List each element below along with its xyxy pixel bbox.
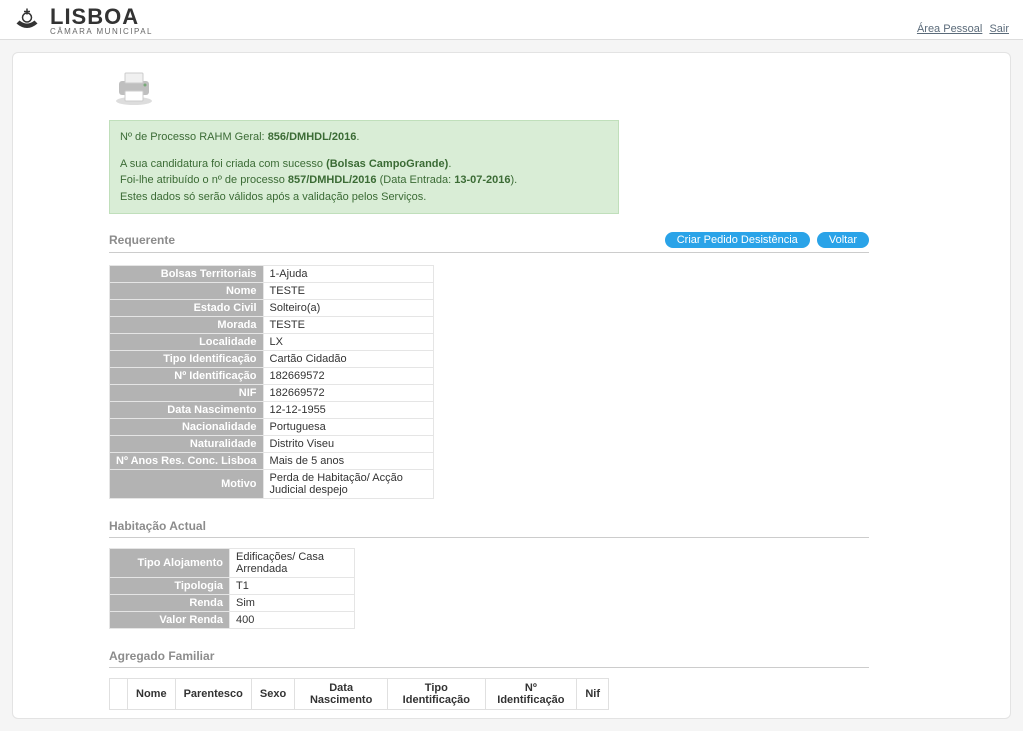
alert-entry-date: 13-07-2016 [454,174,510,186]
req-value: Mais de 5 anos [263,453,433,470]
hab-label: Tipo Alojamento [110,549,230,578]
section-habitacao-title: Habitação Actual [109,519,869,538]
req-value: LX [263,334,433,351]
req-label: Motivo [110,470,264,499]
hab-value: 400 [230,612,355,629]
req-label: Data Nascimento [110,402,264,419]
req-label: Nacionalidade [110,419,264,436]
req-label: Estado Civil [110,300,264,317]
agg-header: Tipo Identificação [388,679,485,710]
agg-header: Nº Identificação [485,679,577,710]
agg-header: Sexo [251,679,294,710]
req-label: Tipo Identificação [110,351,264,368]
agg-header-spacer [110,679,128,710]
req-label: Nº Identificação [110,368,264,385]
req-value: 182669572 [263,368,433,385]
hab-value: Edificações/ Casa Arrendada [230,549,355,578]
hab-label: Renda [110,595,230,612]
agregado-table: NomeParentescoSexoData NascimentoTipo Id… [109,678,609,710]
req-label: Nome [110,283,264,300]
logo-subtitle: CÂMARA MUNICIPAL [50,28,153,36]
header-bar: LISBOA CÂMARA MUNICIPAL Área Pessoal Sai… [0,0,1023,40]
req-value: Distrito Viseu [263,436,433,453]
habitacao-table: Tipo AlojamentoEdificações/ Casa Arrenda… [109,548,355,629]
section-requerente-title: Requerente [109,233,175,247]
agg-header: Parentesco [175,679,251,710]
voltar-button[interactable]: Voltar [817,232,869,248]
req-value: Portuguesa [263,419,433,436]
logo: LISBOA CÂMARA MUNICIPAL [12,4,1011,37]
req-value: Perda de Habitação/ Acção Judicial despe… [263,470,433,499]
req-value: TESTE [263,283,433,300]
hab-value: Sim [230,595,355,612]
req-label: Morada [110,317,264,334]
print-icon[interactable] [109,69,869,110]
success-alert: Nº de Processo RAHM Geral: 856/DMHDL/201… [109,120,619,214]
req-label: Bolsas Territoriais [110,266,264,283]
logo-city: LISBOA [50,6,153,28]
agg-header: Data Nascimento [295,679,388,710]
section-agregado-title: Agregado Familiar [109,649,869,668]
link-area-pessoal[interactable]: Área Pessoal [917,23,982,35]
alert-line3-a: Foi-lhe atribuído o nº de processo [120,174,288,186]
req-value: Cartão Cidadão [263,351,433,368]
page-container: Nº de Processo RAHM Geral: 856/DMHDL/201… [12,52,1011,719]
req-label: Naturalidade [110,436,264,453]
agg-header: Nome [128,679,176,710]
agg-header: Nif [577,679,609,710]
section-requerente-head: Requerente Criar Pedido Desistência Volt… [109,232,869,253]
req-value: Solteiro(a) [263,300,433,317]
hab-value: T1 [230,578,355,595]
hab-label: Valor Renda [110,612,230,629]
requerente-table: Bolsas Territoriais1-AjudaNomeTESTEEstad… [109,265,434,499]
req-label: Nº Anos Res. Conc. Lisboa [110,453,264,470]
req-value: 1-Ajuda [263,266,433,283]
lisboa-crest-icon [12,4,42,37]
req-value: TESTE [263,317,433,334]
req-label: NIF [110,385,264,402]
alert-line4: Estes dados só serão válidos após a vali… [120,189,608,206]
req-value: 182669572 [263,385,433,402]
alert-process-general: 856/DMHDL/2016 [268,131,357,143]
alert-line1-a: Nº de Processo RAHM Geral: [120,131,268,143]
alert-bolsas: (Bolsas CampoGrande) [326,158,448,170]
req-label: Localidade [110,334,264,351]
req-value: 12-12-1955 [263,402,433,419]
hab-label: Tipologia [110,578,230,595]
alert-process-num: 857/DMHDL/2016 [288,174,377,186]
desistencia-button[interactable]: Criar Pedido Desistência [665,232,810,248]
link-sair[interactable]: Sair [989,23,1009,35]
alert-line2-a: A sua candidatura foi criada com sucesso [120,158,326,170]
top-links: Área Pessoal Sair [913,23,1009,35]
